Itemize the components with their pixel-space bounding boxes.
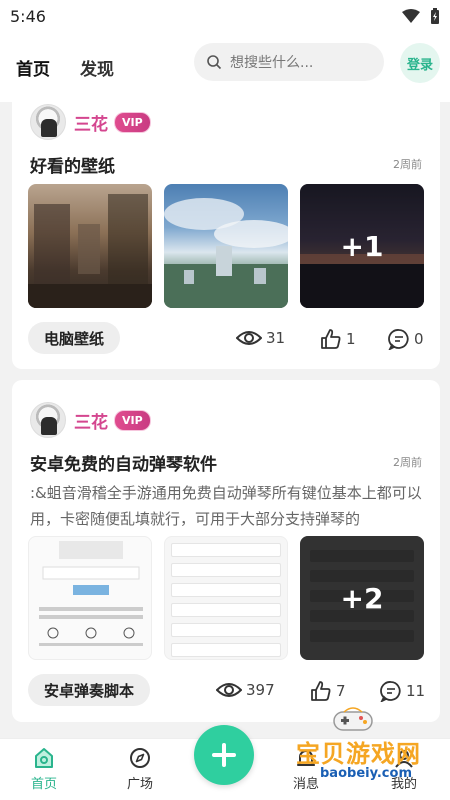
thumbs-up-icon (311, 681, 331, 701)
create-post-button[interactable] (194, 725, 254, 785)
post-title[interactable]: 安卓免费的自动弹琴软件 (30, 450, 217, 475)
eye-icon (236, 331, 262, 345)
post-title[interactable]: 好看的壁纸 (30, 152, 115, 177)
avatar[interactable] (30, 104, 66, 140)
post-description[interactable]: :&蛆音滑稽全手游通用免费自动弹琴所有键位基本上都可以用，卡密随便乱填就行，可用… (30, 480, 425, 534)
post-image[interactable] (164, 184, 288, 308)
login-button[interactable]: 登录 (400, 43, 440, 83)
search-icon (207, 55, 222, 70)
view-count: 31 (236, 328, 285, 348)
post-author[interactable]: 三花 VIP (30, 402, 151, 438)
post-card[interactable]: 三花 VIP 好看的壁纸 2周前 +1 电脑壁纸 31 1 0 (12, 102, 440, 369)
view-count: 397 (216, 680, 275, 700)
post-time: 2周前 (393, 456, 422, 469)
post-images: +2 (28, 536, 424, 660)
post-images: +1 (28, 184, 424, 308)
post-image[interactable] (28, 536, 152, 660)
top-header: 首页 发现 想搜些什么... 登录 (0, 32, 450, 102)
more-images-count[interactable]: +1 (300, 184, 424, 308)
sky-town-image (164, 198, 288, 308)
comment-button[interactable]: 0 (388, 328, 424, 350)
gamepad-icon (333, 707, 373, 731)
post-time: 2周前 (393, 158, 422, 171)
compass-icon (130, 748, 150, 768)
post-author[interactable]: 三花 VIP (30, 104, 151, 140)
post-image[interactable] (28, 184, 152, 308)
post-image[interactable] (164, 536, 288, 660)
vip-badge: VIP (114, 111, 151, 133)
post-feed: 三花 VIP 好看的壁纸 2周前 +1 电脑壁纸 31 1 0 三花 VIP 安… (0, 102, 450, 738)
status-bar: 5:46 (0, 0, 450, 32)
status-time: 5:46 (10, 6, 46, 26)
nav-square[interactable]: 广场 (110, 747, 170, 792)
watermark: 宝贝游戏网 baobeiy.com (296, 704, 446, 794)
thumbs-up-icon (321, 329, 341, 349)
app-screenshot-image (39, 541, 143, 646)
author-name[interactable]: 三花 (74, 110, 108, 135)
post-tag[interactable]: 电脑壁纸 (28, 322, 121, 354)
tab-discover[interactable]: 发现 (80, 55, 114, 80)
like-button[interactable]: 1 (320, 328, 356, 350)
post-image[interactable]: +2 (300, 536, 424, 660)
wifi-icon (402, 9, 420, 23)
more-images-count[interactable]: +2 (300, 536, 424, 660)
battery-icon (431, 8, 439, 24)
tab-home[interactable]: 首页 (16, 55, 50, 84)
watermark-url: baobeiy.com (320, 766, 412, 781)
plus-icon (212, 743, 236, 767)
nav-home[interactable]: 首页 (14, 747, 74, 792)
post-card[interactable]: 三花 VIP 安卓免费的自动弹琴软件 2周前 :&蛆音滑稽全手游通用免费自动弹琴… (12, 380, 440, 722)
eye-icon (216, 683, 242, 697)
search-placeholder: 想搜些什么... (230, 55, 314, 71)
street-scene-image (28, 194, 152, 308)
watermark-title: 宝贝游戏网 (296, 739, 421, 768)
home-icon (35, 748, 53, 768)
comment-icon (380, 681, 401, 702)
avatar[interactable] (30, 402, 66, 438)
post-image[interactable]: +1 (300, 184, 424, 308)
post-tag[interactable]: 安卓弹奏脚本 (28, 674, 151, 706)
author-name[interactable]: 三花 (74, 408, 108, 433)
vip-badge: VIP (114, 409, 151, 431)
search-input[interactable]: 想搜些什么... (194, 43, 384, 81)
comment-button[interactable]: 11 (380, 680, 425, 702)
comment-icon (388, 329, 409, 350)
like-button[interactable]: 7 (310, 680, 346, 702)
